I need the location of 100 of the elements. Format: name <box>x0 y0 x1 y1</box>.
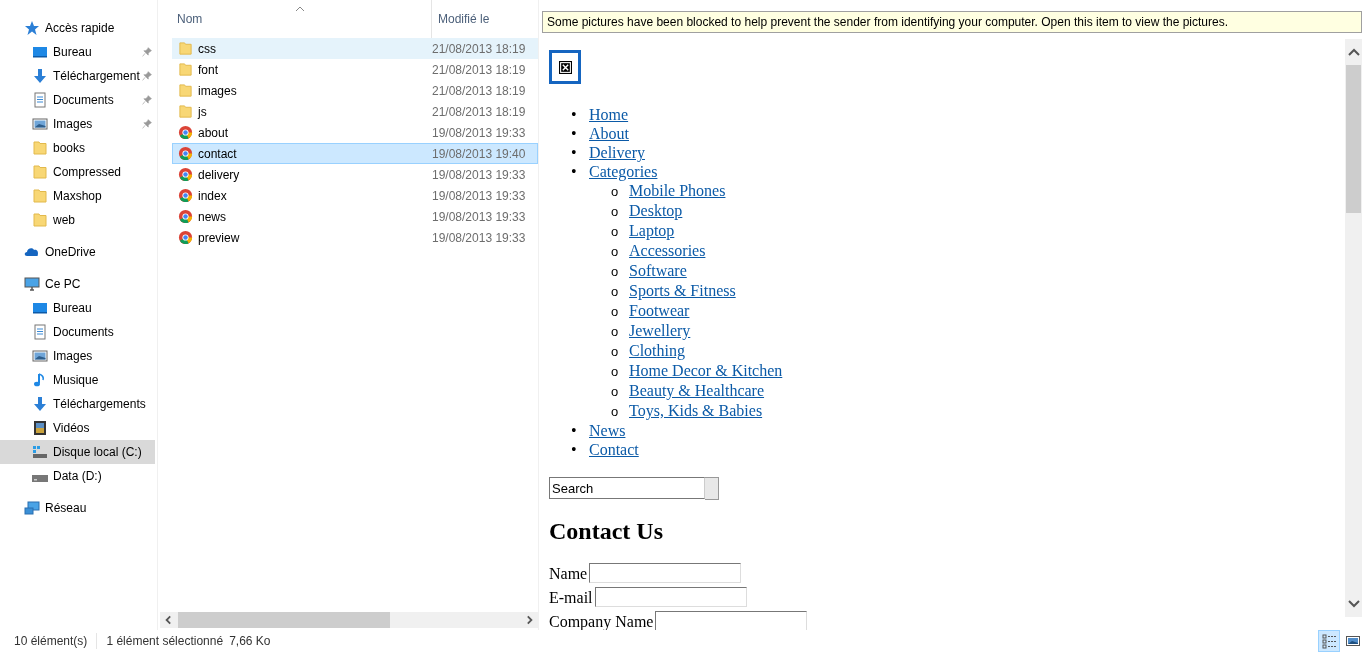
list-bullet: • <box>571 143 578 162</box>
sort-ascending-icon <box>295 6 305 12</box>
nav-link[interactable]: Mobile Phones <box>629 182 726 199</box>
nav-link[interactable]: Toys, Kids & Babies <box>629 402 763 419</box>
input-field[interactable] <box>655 611 808 630</box>
sidebar-item[interactable]: Maxshop <box>0 184 155 208</box>
nav-link[interactable]: Home <box>589 106 629 123</box>
details-view-button[interactable] <box>1318 630 1340 652</box>
horizontal-scrollbar[interactable] <box>160 612 538 628</box>
list-bullet: o <box>611 363 620 381</box>
scroll-up-icon[interactable] <box>1346 47 1361 57</box>
download-arrow-icon <box>32 68 48 84</box>
file-row[interactable]: index 19/08/2013 19:33 <box>172 185 538 206</box>
file-name: font <box>198 62 218 77</box>
input-field[interactable] <box>589 563 742 583</box>
nav-link[interactable]: Contact <box>589 441 639 458</box>
modified-date: 21/08/2013 18:19 <box>432 104 526 119</box>
sidebar-item[interactable]: OneDrive <box>0 240 155 264</box>
list-bullet: o <box>611 183 620 201</box>
file-row[interactable]: js 21/08/2013 18:19 <box>172 101 538 122</box>
sidebar-item[interactable]: Images <box>0 112 155 136</box>
image-icon <box>32 116 48 132</box>
input-field[interactable] <box>594 587 747 607</box>
sidebar-item[interactable]: Data (D:) <box>0 464 155 488</box>
scrollbar-thumb[interactable] <box>178 612 390 628</box>
nav-link[interactable]: Laptop <box>629 222 675 239</box>
nav-link[interactable]: Delivery <box>589 144 645 161</box>
sidebar-item[interactable]: Images <box>0 344 155 368</box>
nav-link[interactable]: Home Decor & Kitchen <box>629 362 783 379</box>
search-button[interactable] <box>705 477 719 500</box>
nav-link[interactable]: Clothing <box>629 342 685 359</box>
list-bullet: o <box>611 283 620 301</box>
sidebar-item[interactable]: Bureau <box>0 296 155 320</box>
vertical-scrollbar[interactable] <box>1345 39 1362 617</box>
info-bar[interactable]: Some pictures have been blocked to help prevent the sender from identifying your computer. Open this item to view the pictures. <box>542 11 1362 33</box>
file-row[interactable]: images 21/08/2013 18:19 <box>172 80 538 101</box>
nav-link[interactable]: About <box>589 125 629 142</box>
desktop-icon <box>32 44 48 60</box>
list-bullet: o <box>611 243 620 261</box>
nav-link[interactable]: Categories <box>589 163 658 180</box>
scrollbar-thumb[interactable] <box>1346 65 1361 213</box>
sidebar-item[interactable]: Musique <box>0 368 155 392</box>
file-row[interactable]: preview 19/08/2013 19:33 <box>172 227 538 248</box>
file-row[interactable]: news 19/08/2013 19:33 <box>172 206 538 227</box>
field-label: Company Name <box>549 613 654 630</box>
sidebar-item[interactable]: Documents <box>0 88 155 112</box>
sidebar-item[interactable]: Téléchargement <box>0 64 155 88</box>
file-row[interactable]: contact 19/08/2013 19:40 <box>172 143 538 164</box>
modified-date: 19/08/2013 19:33 <box>432 167 526 182</box>
nav-link[interactable]: Accessories <box>629 242 706 259</box>
sidebar-item[interactable]: Accès rapide <box>0 16 155 40</box>
sidebar-item[interactable]: Vidéos <box>0 416 155 440</box>
sidebar-item[interactable]: web <box>0 208 155 232</box>
broken-image-icon <box>558 60 572 74</box>
file-name: contact <box>198 146 237 161</box>
network-icon <box>24 500 40 516</box>
browser-logo-icon <box>178 209 193 224</box>
sidebar-item[interactable]: Ce PC <box>0 272 155 296</box>
nav-link[interactable]: Jewellery <box>629 322 691 339</box>
modified-date: 21/08/2013 18:19 <box>432 41 526 56</box>
search-field[interactable]: Search <box>549 477 705 499</box>
sidebar-item[interactable]: books <box>0 136 155 160</box>
file-name: images <box>198 83 237 98</box>
folder-icon <box>32 188 48 204</box>
download-arrow-icon <box>32 396 48 412</box>
nav-link[interactable]: Footwear <box>629 302 690 319</box>
scroll-down-icon[interactable] <box>1346 599 1361 609</box>
sidebar-item[interactable]: Documents <box>0 320 155 344</box>
list-bullet: • <box>571 421 578 440</box>
details-view-icon <box>1321 633 1337 649</box>
file-name: news <box>198 209 226 224</box>
field-label: Name <box>549 565 588 583</box>
file-row[interactable]: font 21/08/2013 18:19 <box>172 59 538 80</box>
browser-logo-icon <box>178 188 193 203</box>
sidebar-item[interactable]: Téléchargements <box>0 392 155 416</box>
browser-logo-icon <box>178 125 193 140</box>
modified-date: 19/08/2013 19:40 <box>432 146 526 161</box>
file-row[interactable]: delivery 19/08/2013 19:33 <box>172 164 538 185</box>
sidebar-item[interactable]: Compressed <box>0 160 155 184</box>
list-bullet: o <box>611 303 620 321</box>
file-name: delivery <box>198 167 240 182</box>
file-row[interactable]: about 19/08/2013 19:33 <box>172 122 538 143</box>
sidebar-item[interactable]: Bureau <box>0 40 155 64</box>
nav-link[interactable]: News <box>589 422 626 439</box>
file-name: about <box>198 125 229 140</box>
nav-link[interactable]: Sports & Fitness <box>629 282 736 299</box>
file-size: 7,66 Ko <box>229 634 271 648</box>
document-icon <box>32 324 48 340</box>
file-row[interactable]: css 21/08/2013 18:19 <box>172 38 538 59</box>
sidebar-item[interactable]: Disque local (C:) <box>0 440 155 464</box>
nav-link[interactable]: Beauty & Healthcare <box>629 382 765 399</box>
column-header[interactable]: Modifié le <box>432 0 538 38</box>
star-icon <box>24 20 40 36</box>
nav-link[interactable]: Desktop <box>629 202 683 219</box>
nav-link[interactable]: Software <box>629 262 687 279</box>
modified-date: 19/08/2013 19:33 <box>432 209 526 224</box>
list-bullet: o <box>611 203 620 221</box>
list-bullet: • <box>571 440 578 459</box>
sidebar-item[interactable]: Réseau <box>0 496 155 520</box>
selection-info: 1 élément sélectionné <box>106 634 224 648</box>
